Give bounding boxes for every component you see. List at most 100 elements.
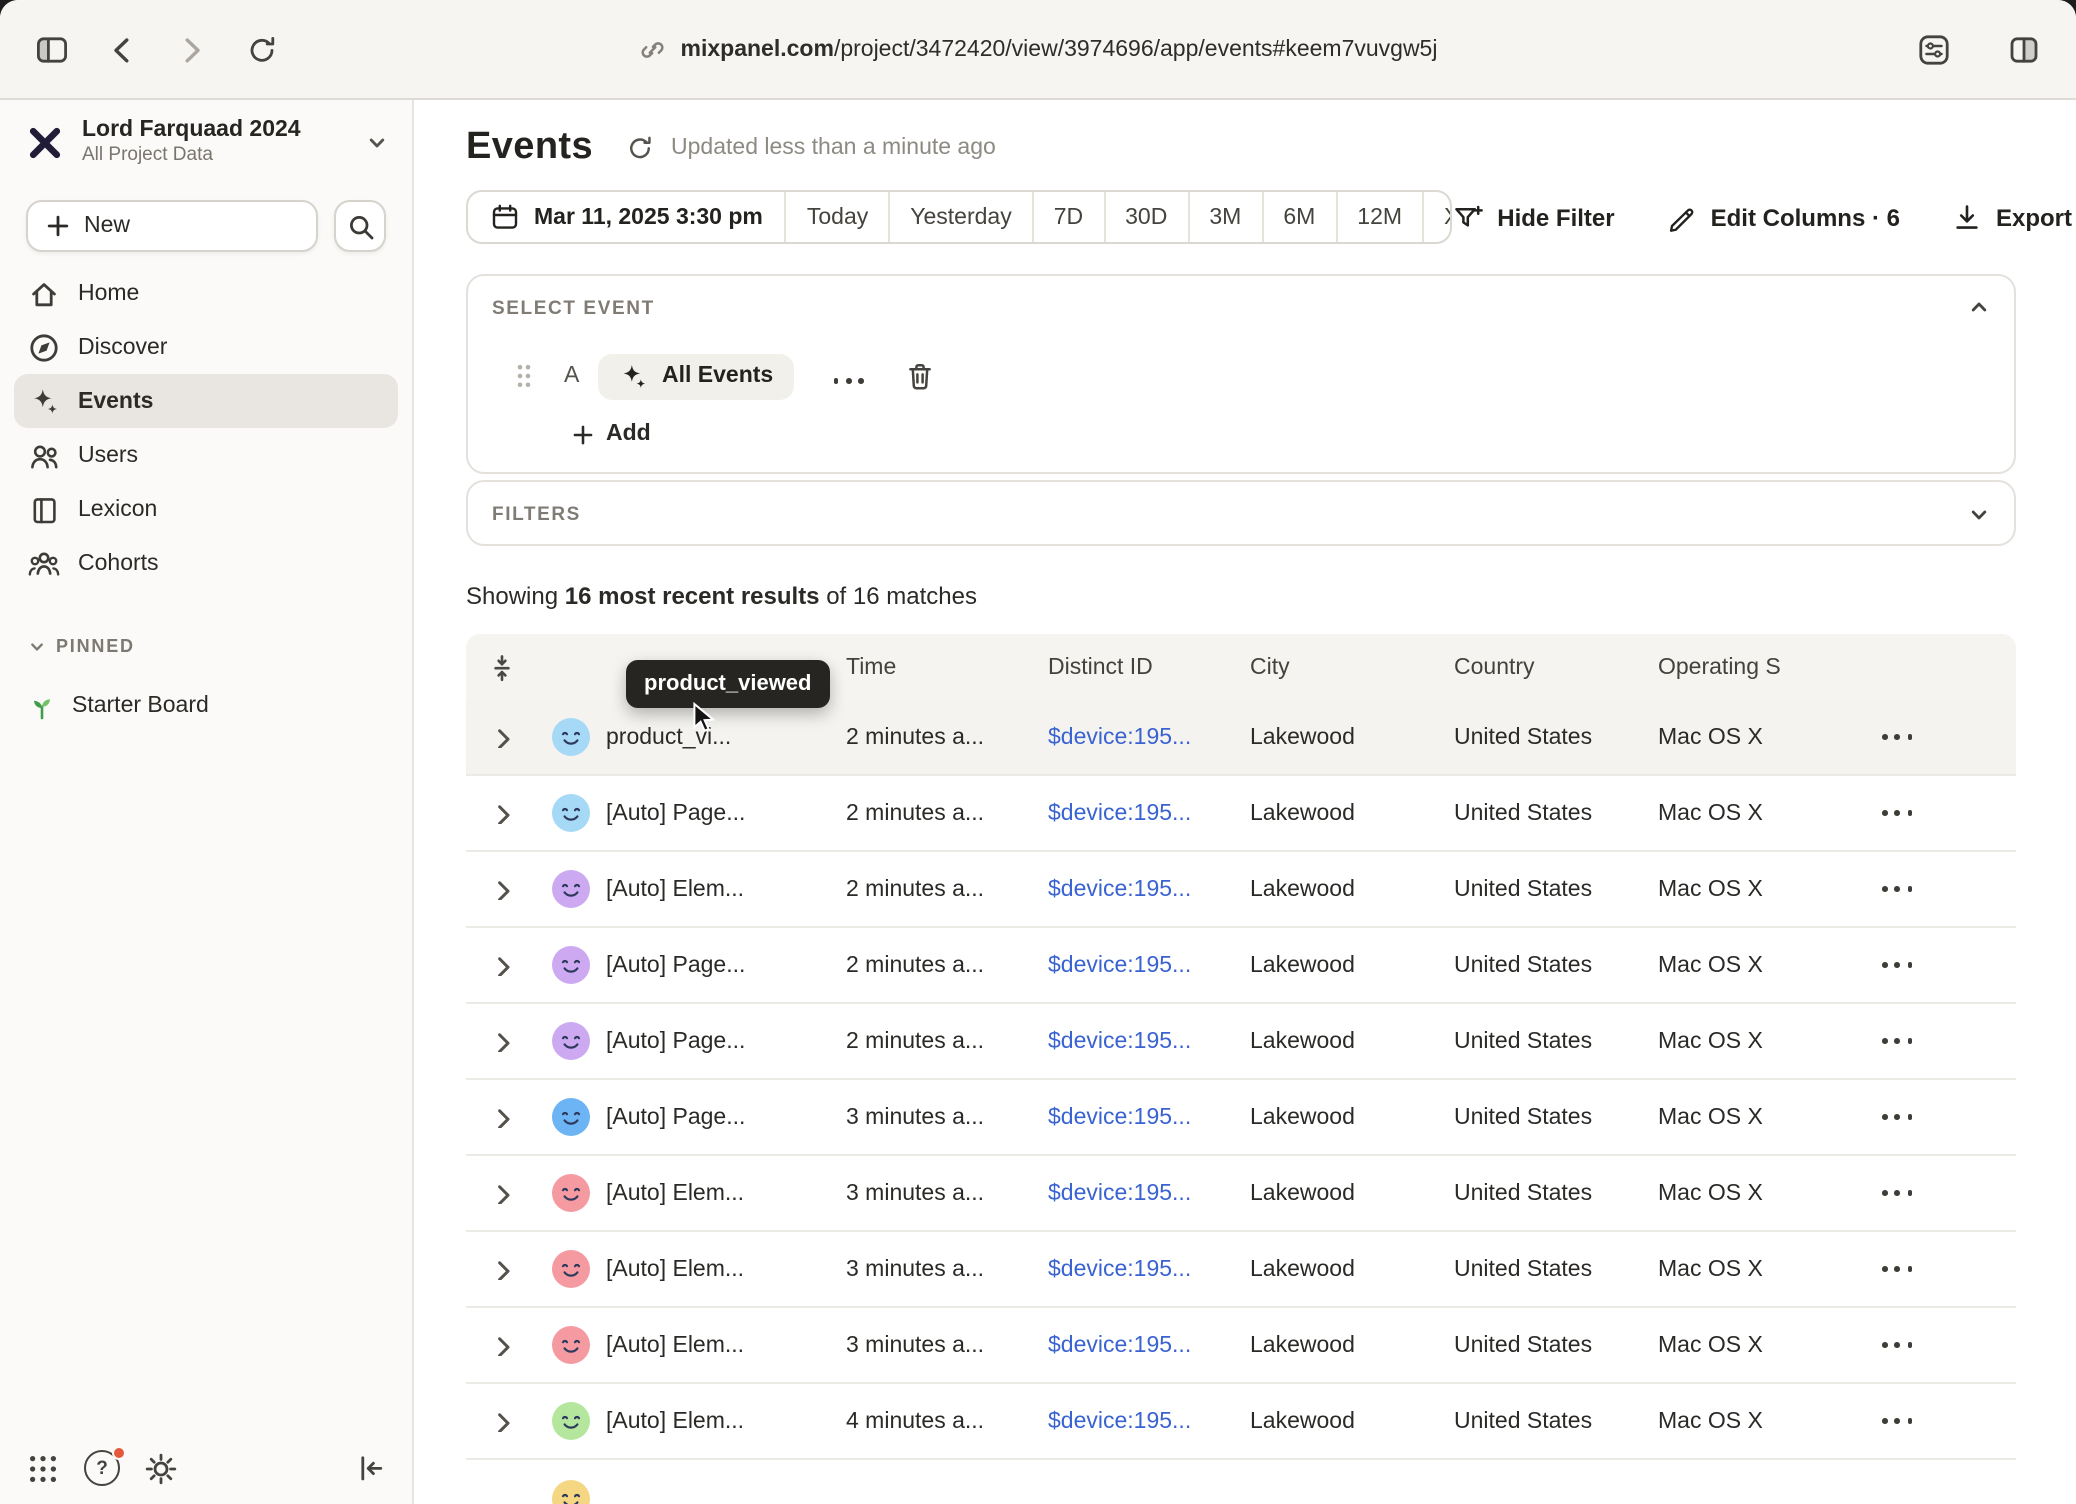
page-settings-button[interactable] bbox=[1906, 21, 1962, 77]
split-view-button[interactable] bbox=[1996, 21, 2052, 77]
distinct-id-link[interactable]: $device:195... bbox=[1048, 1029, 1250, 1053]
table-row[interactable]: [Auto] Page... 2 minutes a... $device:19… bbox=[466, 776, 2016, 852]
row-expand-button[interactable] bbox=[466, 1030, 538, 1052]
book-icon bbox=[28, 493, 60, 525]
delete-event-button[interactable] bbox=[904, 360, 936, 392]
table-row[interactable]: [Auto] Elem... 3 minutes a... $device:19… bbox=[466, 1156, 2016, 1232]
settings-button[interactable] bbox=[144, 1451, 178, 1485]
column-header-city[interactable]: City bbox=[1250, 655, 1454, 679]
event-avatar bbox=[552, 1402, 590, 1440]
table-row[interactable]: [Auto] Elem... 3 minutes a... $device:19… bbox=[466, 1308, 2016, 1384]
reload-icon bbox=[246, 33, 278, 65]
collapse-panel-button[interactable] bbox=[1968, 296, 1990, 318]
table-row[interactable]: [Auto] Page... 2 minutes a... $device:19… bbox=[466, 1004, 2016, 1080]
table-row[interactable] bbox=[466, 1460, 2016, 1504]
range-yesterday[interactable]: Yesterday bbox=[888, 192, 1031, 242]
distinct-id-link[interactable]: $device:195... bbox=[1048, 1257, 1250, 1281]
event-options-button[interactable] bbox=[833, 358, 864, 394]
row-expand-button[interactable] bbox=[466, 1410, 538, 1432]
sidebar-item-cohorts[interactable]: Cohorts bbox=[14, 536, 398, 590]
row-menu-button[interactable] bbox=[1850, 1038, 2016, 1044]
row-menu-button[interactable] bbox=[1850, 1418, 2016, 1424]
ellipsis-icon bbox=[1882, 1190, 1913, 1196]
range-xtd[interactable]: XTD bbox=[1422, 192, 1451, 242]
city-cell: Lakewood bbox=[1250, 877, 1454, 901]
forward-button[interactable] bbox=[164, 21, 220, 77]
browser-sidebar-toggle-button[interactable] bbox=[24, 21, 80, 77]
distinct-id-link[interactable]: $device:195... bbox=[1048, 1105, 1250, 1129]
sidebar-item-discover[interactable]: Discover bbox=[14, 320, 398, 374]
distinct-id-link[interactable]: $device:195... bbox=[1048, 1409, 1250, 1433]
expand-filters-button[interactable] bbox=[1968, 504, 1990, 526]
row-expand-button[interactable] bbox=[466, 954, 538, 976]
row-menu-button[interactable] bbox=[1850, 962, 2016, 968]
address-bar[interactable]: mixpanel.com/project/3472420/view/397469… bbox=[639, 0, 1438, 98]
row-expand-button[interactable] bbox=[466, 802, 538, 824]
distinct-id-link[interactable]: $device:195... bbox=[1048, 1333, 1250, 1357]
search-button[interactable] bbox=[334, 200, 386, 252]
column-header-time[interactable]: Time bbox=[846, 655, 1048, 679]
hide-filter-button[interactable]: Hide Filter bbox=[1451, 201, 1614, 233]
back-button[interactable] bbox=[94, 21, 150, 77]
column-header-distinct-id[interactable]: Distinct ID bbox=[1048, 655, 1250, 679]
pinned-section-toggle[interactable]: PINNED bbox=[28, 636, 412, 656]
project-switcher[interactable]: Lord Farquaad 2024 All Project Data bbox=[0, 110, 412, 174]
sidebar-item-events[interactable]: Events bbox=[14, 374, 398, 428]
collapse-all-rows-button[interactable] bbox=[466, 651, 538, 683]
table-row[interactable]: [Auto] Page... 2 minutes a... $device:19… bbox=[466, 928, 2016, 1004]
event-time-cell: 3 minutes a... bbox=[846, 1333, 1048, 1357]
help-button[interactable]: ? bbox=[84, 1450, 120, 1486]
row-expand-button[interactable] bbox=[466, 1258, 538, 1280]
row-menu-button[interactable] bbox=[1850, 810, 2016, 816]
table-row[interactable]: [Auto] Elem... 2 minutes a... $device:19… bbox=[466, 852, 2016, 928]
split-view-icon bbox=[2006, 31, 2042, 67]
event-selector-button[interactable]: All Events bbox=[598, 353, 793, 399]
range-12m[interactable]: 12M bbox=[1335, 192, 1422, 242]
row-expand-button[interactable] bbox=[466, 1182, 538, 1204]
row-expand-button[interactable] bbox=[466, 1334, 538, 1356]
new-button[interactable]: New bbox=[26, 200, 318, 252]
range-30d[interactable]: 30D bbox=[1103, 192, 1187, 242]
edit-columns-button[interactable]: Edit Columns · 6 bbox=[1667, 202, 1900, 232]
refresh-button[interactable] bbox=[625, 134, 653, 162]
range-today[interactable]: Today bbox=[785, 192, 888, 242]
reload-button[interactable] bbox=[234, 21, 290, 77]
new-button-label: New bbox=[84, 214, 130, 238]
add-event-button[interactable]: Add bbox=[572, 422, 651, 446]
distinct-id-link[interactable]: $device:195... bbox=[1048, 1181, 1250, 1205]
event-avatar bbox=[552, 718, 590, 756]
row-menu-button[interactable] bbox=[1850, 1190, 2016, 1196]
column-header-os[interactable]: Operating S bbox=[1658, 655, 1850, 679]
row-menu-button[interactable] bbox=[1850, 886, 2016, 892]
row-menu-button[interactable] bbox=[1850, 1114, 2016, 1120]
range-6m[interactable]: 6M bbox=[1261, 192, 1335, 242]
drag-handle[interactable] bbox=[514, 360, 534, 392]
apps-grid-button[interactable] bbox=[26, 1451, 60, 1485]
sidebar-item-starter-board[interactable]: Starter Board bbox=[14, 680, 398, 732]
table-row[interactable]: [Auto] Elem... 4 minutes a... $device:19… bbox=[466, 1384, 2016, 1460]
distinct-id-link[interactable]: $device:195... bbox=[1048, 877, 1250, 901]
distinct-id-link[interactable]: $device:195... bbox=[1048, 725, 1250, 749]
distinct-id-link[interactable]: $device:195... bbox=[1048, 953, 1250, 977]
distinct-id-link[interactable]: $device:195... bbox=[1048, 801, 1250, 825]
row-menu-button[interactable] bbox=[1850, 1266, 2016, 1272]
date-picker-button[interactable]: Mar 11, 2025 3:30 pm bbox=[468, 192, 785, 242]
collapse-sidebar-button[interactable] bbox=[354, 1452, 386, 1484]
event-time-cell: 2 minutes a... bbox=[846, 877, 1048, 901]
chevron-right-icon bbox=[491, 1258, 513, 1280]
row-expand-button[interactable] bbox=[466, 878, 538, 900]
row-expand-button[interactable] bbox=[466, 1106, 538, 1128]
sidebar-item-users[interactable]: Users bbox=[14, 428, 398, 482]
row-expand-button[interactable] bbox=[466, 726, 538, 748]
export-button[interactable]: Export bbox=[1952, 202, 2072, 232]
sidebar-item-home[interactable]: Home bbox=[14, 266, 398, 320]
plus-icon bbox=[46, 214, 70, 238]
row-menu-button[interactable] bbox=[1850, 734, 2016, 740]
column-header-country[interactable]: Country bbox=[1454, 655, 1658, 679]
range-7d[interactable]: 7D bbox=[1032, 192, 1103, 242]
row-menu-button[interactable] bbox=[1850, 1342, 2016, 1348]
range-3m[interactable]: 3M bbox=[1187, 192, 1261, 242]
sidebar-item-lexicon[interactable]: Lexicon bbox=[14, 482, 398, 536]
table-row[interactable]: [Auto] Elem... 3 minutes a... $device:19… bbox=[466, 1232, 2016, 1308]
table-row[interactable]: [Auto] Page... 3 minutes a... $device:19… bbox=[466, 1080, 2016, 1156]
